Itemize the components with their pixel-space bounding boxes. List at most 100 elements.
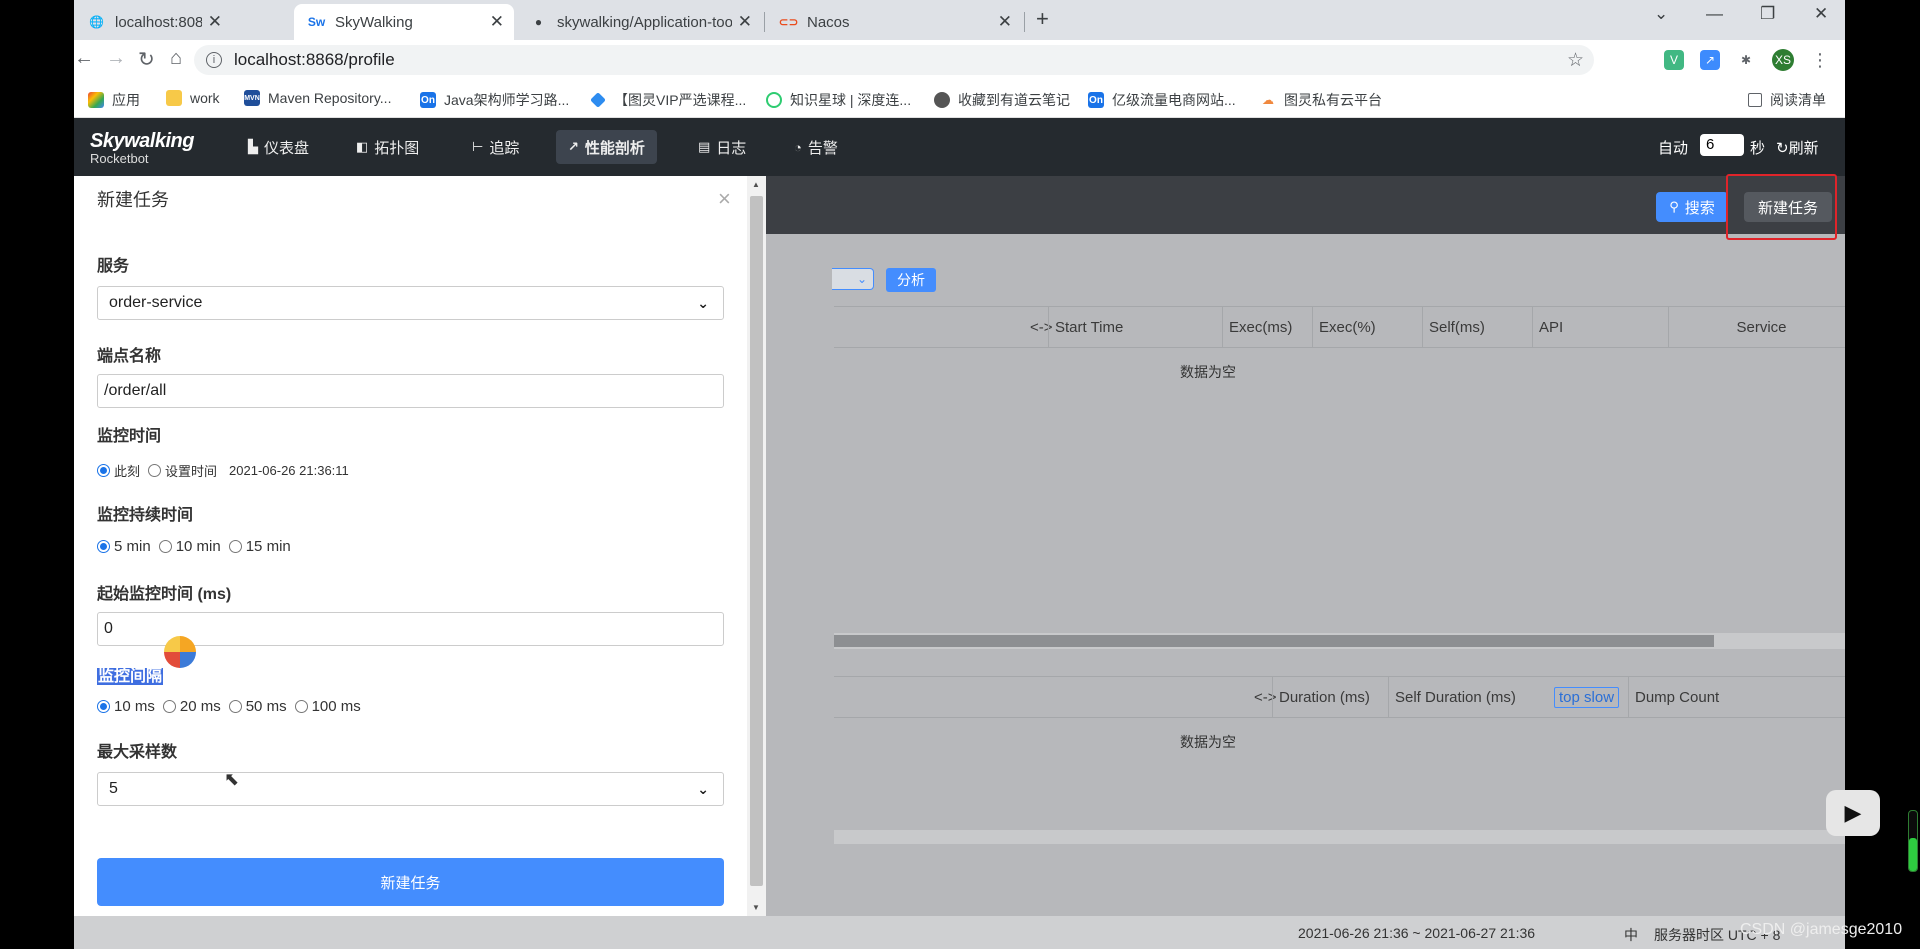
- radio-5-min[interactable]: 5 min: [97, 538, 151, 555]
- scroll-down-icon[interactable]: ▼: [752, 903, 760, 912]
- skywalking-logo[interactable]: Skywalking Rocketbot: [90, 130, 194, 166]
- new-tab-button[interactable]: +: [1036, 6, 1049, 32]
- radio-20-ms[interactable]: 20 ms: [162, 698, 221, 715]
- vue-devtools-icon[interactable]: V: [1664, 50, 1684, 70]
- tab-title: Nacos: [807, 13, 850, 31]
- radio-label: 设置时间: [165, 464, 218, 479]
- max-samples-select[interactable]: 5 ⌄: [97, 772, 724, 806]
- radio-10-min[interactable]: 10 min: [158, 538, 221, 555]
- analyze-button[interactable]: 分析: [886, 268, 936, 292]
- close-icon[interactable]: ✕: [998, 12, 1012, 32]
- skywalking-icon: Sw: [307, 15, 326, 29]
- topology-icon: ◧: [356, 139, 369, 154]
- start-time-label: 起始监控时间 (ms): [97, 586, 232, 603]
- new-task-dialog: 新建任务 × 服务 order-service ⌄ 端点名称 /order/al…: [74, 176, 766, 916]
- bookmark-star-icon[interactable]: ☆: [1567, 49, 1584, 72]
- bookmark-zsxq[interactable]: 知识星球 | 深度连...: [766, 90, 911, 110]
- top-slow-toggle[interactable]: top slow: [1548, 677, 1632, 717]
- dialog-title: 新建任务: [97, 190, 169, 210]
- bookmark-maven[interactable]: MVN Maven Repository...: [244, 90, 391, 106]
- endpoint-label: 端点名称: [97, 348, 162, 365]
- radio-now[interactable]: 此刻: [97, 461, 140, 480]
- close-icon[interactable]: ✕: [490, 12, 504, 32]
- puzzle-icon[interactable]: ✱: [1736, 50, 1756, 70]
- alarm-icon: ◔: [794, 139, 802, 155]
- site-info-icon[interactable]: i: [206, 52, 222, 68]
- home-icon[interactable]: ⌂: [170, 47, 182, 70]
- nav-topology[interactable]: ◧ 拓扑图: [344, 130, 431, 164]
- nav-label: 拓扑图: [374, 139, 420, 157]
- scroll-up-icon[interactable]: ▲: [752, 180, 760, 189]
- radio-label: 10 min: [175, 538, 221, 555]
- table-header: <-> Start Time Exec(ms) Exec(%) Self(ms)…: [834, 306, 1845, 348]
- address-bar[interactable]: i localhost:8868/profile ☆: [194, 45, 1594, 75]
- nav-trace[interactable]: ⊢ 追踪: [460, 130, 531, 164]
- nav-profile[interactable]: ↗ 性能剖析: [556, 130, 657, 164]
- radio-set-time[interactable]: 设置时间: [148, 461, 217, 480]
- time-range[interactable]: 2021-06-26 21:36 ~ 2021-06-27 21:36: [1298, 925, 1535, 941]
- radio-15-min[interactable]: 15 min: [228, 538, 291, 555]
- radio-dot: [148, 464, 162, 477]
- nav-dashboard[interactable]: ▙ 仪表盘: [236, 130, 321, 164]
- bookmark-work[interactable]: work: [166, 90, 220, 106]
- horizontal-scrollbar[interactable]: ▶: [834, 830, 1845, 844]
- github-icon: ●: [534, 15, 543, 29]
- on-icon: On: [420, 92, 436, 108]
- refresh-button[interactable]: ↻刷新: [1776, 137, 1819, 158]
- horizontal-scrollbar[interactable]: ▶: [834, 633, 1845, 649]
- close-icon[interactable]: ×: [718, 186, 731, 212]
- search-icon: ⚲: [1669, 199, 1679, 214]
- extension-icon[interactable]: ↗: [1700, 50, 1720, 70]
- endpoint-input[interactable]: /order/all: [97, 374, 724, 408]
- auto-refresh-interval-input[interactable]: 6: [1700, 134, 1744, 156]
- radio-dot: [228, 540, 242, 553]
- bookmark-ecommerce[interactable]: On 亿级流量电商网站...: [1088, 90, 1236, 110]
- scrollbar-thumb[interactable]: [750, 196, 763, 886]
- radio-100-ms[interactable]: 100 ms: [294, 698, 361, 715]
- radio-dot: [294, 700, 308, 713]
- play-icon[interactable]: ▶: [1826, 790, 1880, 836]
- max-samples-value: 5: [109, 780, 118, 797]
- tab-order-all[interactable]: 🌐 localhost:8088/order/all ✕: [74, 4, 232, 40]
- tab-search-icon[interactable]: ⌄: [1654, 4, 1668, 24]
- folder-icon: [166, 90, 182, 106]
- monitor-time-value[interactable]: 2021-06-26 21:36:11: [229, 463, 349, 478]
- profile-avatar[interactable]: XS: [1772, 49, 1794, 71]
- bookmark-tuling-cloud[interactable]: ☁ 图灵私有云平台: [1260, 90, 1382, 110]
- nav-alarm[interactable]: ◔ 告警: [782, 130, 850, 164]
- bookmark-tuling-vip[interactable]: 【图灵VIP严选课程...: [590, 90, 746, 110]
- radio-10-ms[interactable]: 10 ms: [97, 698, 155, 715]
- close-icon[interactable]: ✕: [738, 12, 752, 32]
- language-toggle[interactable]: 中: [1624, 925, 1638, 945]
- submit-new-task-button[interactable]: 新建任务: [97, 858, 724, 906]
- tab-github[interactable]: ● skywalking/Application-toolkit ✕: [516, 4, 762, 40]
- close-icon[interactable]: ✕: [208, 12, 222, 32]
- duration-options: 5 min 10 min 15 min: [97, 538, 299, 555]
- dialog-vertical-scrollbar[interactable]: ▲ ▼: [747, 176, 766, 916]
- back-icon[interactable]: ←: [74, 47, 94, 70]
- task-select-dropdown[interactable]: ⌄: [832, 268, 874, 290]
- bookmark-apps[interactable]: 应用: [88, 90, 140, 110]
- tab-skywalking[interactable]: Sw SkyWalking ✕: [294, 4, 514, 40]
- nav-log[interactable]: ▤ 日志: [686, 130, 758, 164]
- minimize-icon[interactable]: —: [1706, 4, 1723, 24]
- bookmark-java[interactable]: On Java架构师学习路...: [420, 90, 569, 110]
- tab-strip: 🌐 localhost:8088/order/all ✕ Sw SkyWalki…: [74, 0, 1845, 40]
- browser-menu-icon[interactable]: ⋮: [1810, 50, 1830, 70]
- interval-label: 监控间隔: [97, 662, 164, 686]
- tab-nacos[interactable]: ⊂⊃ Nacos ✕: [766, 4, 1022, 40]
- empty-data-text: 数据为空: [1180, 734, 1236, 750]
- seconds-label: 秒: [1750, 140, 1766, 157]
- service-select[interactable]: order-service ⌄: [97, 286, 724, 320]
- bookmark-label: Java架构师学习路...: [444, 92, 570, 108]
- window-close-icon[interactable]: ✕: [1814, 4, 1828, 24]
- forward-icon[interactable]: →: [106, 47, 126, 70]
- radio-50-ms[interactable]: 50 ms: [228, 698, 287, 715]
- restore-icon[interactable]: ❐: [1760, 4, 1775, 24]
- scrollbar-thumb[interactable]: [834, 635, 1714, 647]
- reading-list[interactable]: 阅读清单: [1748, 90, 1826, 110]
- reload-icon[interactable]: ↻: [138, 47, 155, 72]
- radio-dot: [97, 540, 110, 553]
- bookmark-youdao[interactable]: 收藏到有道云笔记: [934, 90, 1070, 110]
- search-button[interactable]: ⚲ 搜索: [1656, 192, 1728, 222]
